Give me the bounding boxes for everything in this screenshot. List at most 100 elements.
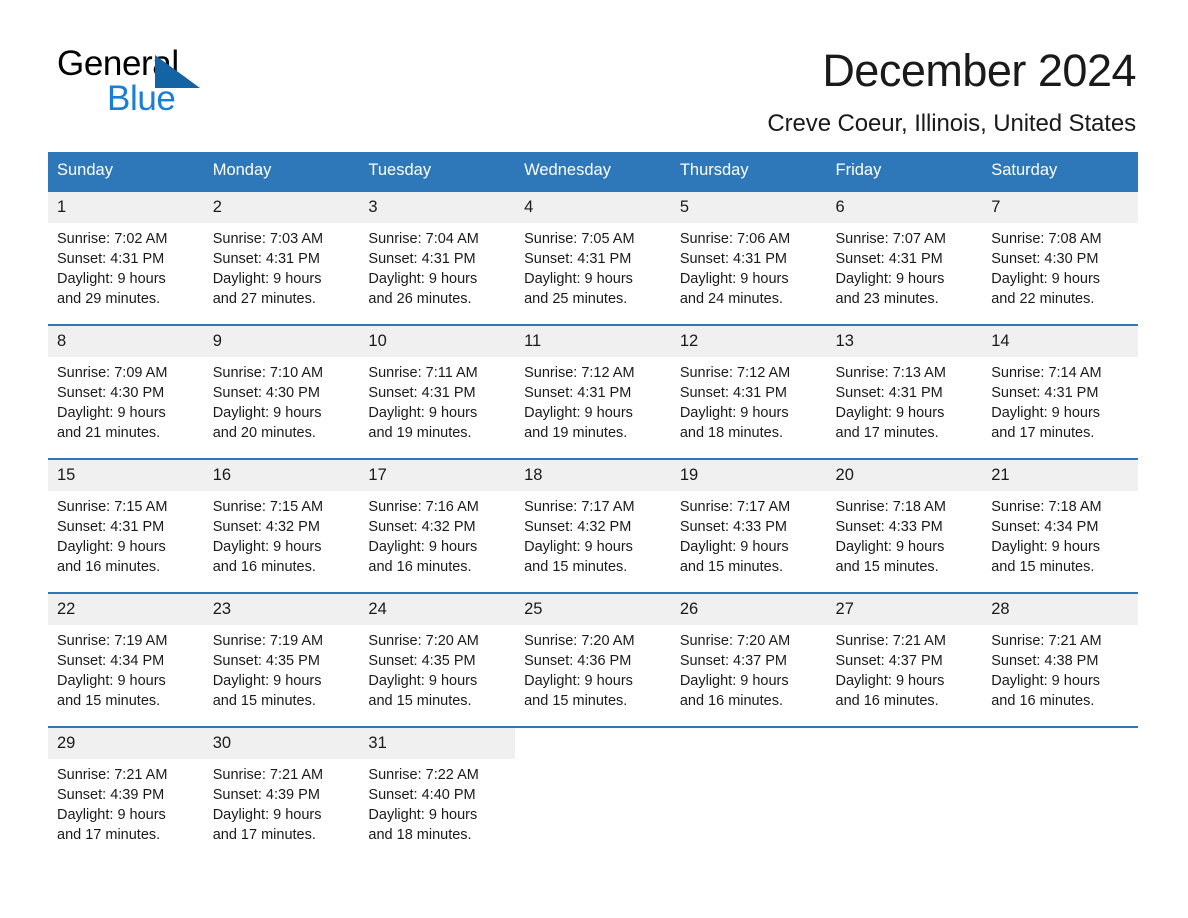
calendar-day-cell[interactable]: 6 Sunrise: 7:07 AM Sunset: 4:31 PM Daylight… bbox=[826, 189, 983, 325]
calendar-day-cell[interactable]: 29 Sunrise: 7:21 AM Sunset: 4:39 PM Dayligh… bbox=[48, 725, 204, 861]
sunrise-text: Sunrise: 7:18 AM bbox=[991, 498, 1102, 515]
sunrise-text: Sunrise: 7:06 AM bbox=[679, 230, 791, 247]
calendar-day-cell[interactable]: 11 Sunrise: 7:12 AM Sunset: 4:31 PM Dayligh… bbox=[515, 323, 671, 459]
calendar-day-cell[interactable]: 20 Sunrise: 7:18 AM Sunset: 4:33 PM Dayligh… bbox=[826, 457, 983, 593]
calendar-day-cell[interactable]: 23 Sunrise: 7:19 AM Sunset: 4:35 PM Dayligh… bbox=[203, 591, 360, 727]
calendar-day-cell[interactable]: 26 Sunrise: 7:20 AM Sunset: 4:37 PM Dayligh… bbox=[670, 591, 827, 727]
sunrise-text: Sunrise: 7:12 AM bbox=[524, 364, 635, 381]
daylight-text-line2: and 23 minutes. bbox=[835, 290, 939, 307]
calendar-day-cell[interactable]: 5 Sunrise: 7:06 AM Sunset: 4:31 PM Daylight… bbox=[670, 189, 827, 325]
day-number: 27 bbox=[826, 593, 983, 625]
calendar-day-cell[interactable]: 4 Sunrise: 7:05 AM Sunset: 4:31 PM Daylight… bbox=[515, 189, 671, 325]
calendar-day-cell[interactable]: 1 Sunrise: 7:02 AM Sunset: 4:31 PM Daylight… bbox=[48, 189, 204, 325]
sunset-text: Sunset: 4:33 PM bbox=[835, 518, 943, 535]
day-number: 30 bbox=[203, 727, 360, 759]
calendar-day-cell[interactable]: 25 Sunrise: 7:20 AM Sunset: 4:36 PM Dayligh… bbox=[515, 591, 671, 727]
day-details: Sunrise: 7:12 AM Sunset: 4:31 PM Daylight:… bbox=[671, 357, 827, 443]
calendar-day-cell[interactable]: 19 Sunrise: 7:17 AM Sunset: 4:33 PM Dayligh… bbox=[670, 457, 827, 593]
day-number: 8 bbox=[48, 325, 204, 357]
calendar-day-cell[interactable]: 3 Sunrise: 7:04 AM Sunset: 4:31 PM Daylight… bbox=[359, 189, 516, 325]
sunrise-text: Sunrise: 7:15 AM bbox=[212, 498, 324, 515]
calendar-day-cell[interactable]: 12 Sunrise: 7:12 AM Sunset: 4:31 PM Dayligh… bbox=[670, 323, 827, 459]
day-number: 31 bbox=[359, 727, 516, 759]
sunrise-text: Sunrise: 7:05 AM bbox=[524, 230, 635, 247]
daylight-text-line1: Daylight: 9 hours bbox=[679, 538, 789, 555]
page-title: December 2024 bbox=[822, 45, 1136, 96]
daylight-text-line1: Daylight: 9 hours bbox=[679, 404, 789, 421]
sunset-text: Sunset: 4:34 PM bbox=[57, 652, 165, 669]
day-number: 10 bbox=[359, 325, 516, 357]
day-details: Sunrise: 7:16 AM Sunset: 4:32 PM Daylight:… bbox=[359, 491, 515, 577]
daylight-text-line2: and 18 minutes. bbox=[368, 826, 472, 843]
calendar-day-cell[interactable]: 24 Sunrise: 7:20 AM Sunset: 4:35 PM Dayligh… bbox=[359, 591, 516, 727]
weekday-header-friday: Friday bbox=[826, 151, 983, 191]
day-number: 17 bbox=[359, 459, 516, 491]
calendar-day-cell[interactable]: 15 Sunrise: 7:15 AM Sunset: 4:31 PM Dayligh… bbox=[48, 457, 204, 593]
calendar-day-cell[interactable]: 22 Sunrise: 7:19 AM Sunset: 4:34 PM Dayligh… bbox=[48, 591, 204, 727]
calendar-day-cell[interactable]: 10 Sunrise: 7:11 AM Sunset: 4:31 PM Dayligh… bbox=[359, 323, 516, 459]
daylight-text-line2: and 15 minutes. bbox=[57, 692, 161, 709]
day-details: Sunrise: 7:22 AM Sunset: 4:40 PM Daylight:… bbox=[359, 759, 515, 845]
sunrise-text: Sunrise: 7:08 AM bbox=[991, 230, 1102, 247]
sunset-text: Sunset: 4:39 PM bbox=[57, 786, 165, 803]
daylight-text-line2: and 17 minutes. bbox=[835, 424, 939, 441]
calendar-day-cell[interactable]: 13 Sunrise: 7:13 AM Sunset: 4:31 PM Dayligh… bbox=[826, 323, 983, 459]
sunset-text: Sunset: 4:32 PM bbox=[368, 518, 476, 535]
day-details: Sunrise: 7:20 AM Sunset: 4:37 PM Daylight:… bbox=[671, 625, 827, 711]
daylight-text-line1: Daylight: 9 hours bbox=[57, 806, 166, 823]
day-number: 6 bbox=[826, 191, 983, 223]
daylight-text-line2: and 25 minutes. bbox=[524, 290, 628, 307]
daylight-text-line1: Daylight: 9 hours bbox=[57, 404, 166, 421]
daylight-text-line2: and 26 minutes. bbox=[368, 290, 472, 307]
day-details: Sunrise: 7:18 AM Sunset: 4:34 PM Daylight:… bbox=[982, 491, 1138, 577]
calendar-day-cell[interactable]: 14 Sunrise: 7:14 AM Sunset: 4:31 PM Dayligh… bbox=[982, 323, 1138, 459]
calendar-day-cell[interactable]: 17 Sunrise: 7:16 AM Sunset: 4:32 PM Dayligh… bbox=[359, 457, 516, 593]
calendar-day-cell[interactable]: 8 Sunrise: 7:09 AM Sunset: 4:30 PM Daylight… bbox=[48, 323, 204, 459]
sunset-text: Sunset: 4:33 PM bbox=[679, 518, 788, 535]
daylight-text-line1: Daylight: 9 hours bbox=[212, 404, 322, 421]
sunset-text: Sunset: 4:31 PM bbox=[991, 384, 1099, 401]
daylight-text-line2: and 20 minutes. bbox=[212, 424, 316, 441]
sunset-text: Sunset: 4:31 PM bbox=[679, 384, 788, 401]
daylight-text-line2: and 16 minutes. bbox=[991, 692, 1095, 709]
sunrise-text: Sunrise: 7:11 AM bbox=[368, 364, 478, 381]
calendar-day-cell[interactable]: 31 Sunrise: 7:22 AM Sunset: 4:40 PM Dayligh… bbox=[359, 725, 516, 861]
sunrise-text: Sunrise: 7:14 AM bbox=[991, 364, 1102, 381]
sunset-text: Sunset: 4:31 PM bbox=[368, 250, 476, 267]
sunrise-text: Sunrise: 7:20 AM bbox=[524, 632, 635, 649]
day-details: Sunrise: 7:20 AM Sunset: 4:35 PM Daylight:… bbox=[359, 625, 515, 711]
day-number: 16 bbox=[203, 459, 360, 491]
day-number bbox=[671, 728, 827, 741]
daylight-text-line2: and 15 minutes. bbox=[991, 558, 1095, 575]
weekday-header-thursday: Thursday bbox=[670, 151, 827, 191]
day-details: Sunrise: 7:20 AM Sunset: 4:36 PM Daylight:… bbox=[515, 625, 671, 711]
day-number: 11 bbox=[515, 325, 671, 357]
calendar-day-cell[interactable]: 7 Sunrise: 7:08 AM Sunset: 4:30 PM Daylight… bbox=[982, 189, 1138, 325]
sunset-text: Sunset: 4:35 PM bbox=[368, 652, 476, 669]
generalblue-logo[interactable]: General Blue bbox=[57, 44, 257, 124]
calendar-day-cell[interactable]: 27 Sunrise: 7:21 AM Sunset: 4:37 PM Dayligh… bbox=[826, 591, 983, 727]
sunset-text: Sunset: 4:30 PM bbox=[57, 384, 165, 401]
day-number: 14 bbox=[982, 325, 1138, 357]
daylight-text-line2: and 16 minutes. bbox=[835, 692, 939, 709]
sunset-text: Sunset: 4:31 PM bbox=[835, 250, 943, 267]
calendar-day-cell[interactable]: 21 Sunrise: 7:18 AM Sunset: 4:34 PM Dayligh… bbox=[982, 457, 1138, 593]
day-details: Sunrise: 7:19 AM Sunset: 4:35 PM Daylight:… bbox=[204, 625, 360, 711]
day-details: Sunrise: 7:18 AM Sunset: 4:33 PM Daylight:… bbox=[827, 491, 983, 577]
day-number: 9 bbox=[203, 325, 360, 357]
calendar-day-cell[interactable]: 28 Sunrise: 7:21 AM Sunset: 4:38 PM Dayligh… bbox=[982, 591, 1138, 727]
daylight-text-line1: Daylight: 9 hours bbox=[991, 672, 1101, 689]
day-details: Sunrise: 7:21 AM Sunset: 4:39 PM Daylight:… bbox=[48, 759, 204, 845]
sunset-text: Sunset: 4:30 PM bbox=[212, 384, 320, 401]
calendar-day-cell[interactable]: 9 Sunrise: 7:10 AM Sunset: 4:30 PM Daylight… bbox=[203, 323, 360, 459]
day-number bbox=[827, 728, 983, 741]
calendar-day-cell[interactable]: 2 Sunrise: 7:03 AM Sunset: 4:31 PM Daylight… bbox=[203, 189, 360, 325]
calendar-day-cell[interactable]: 18 Sunrise: 7:17 AM Sunset: 4:32 PM Dayligh… bbox=[515, 457, 671, 593]
day-details: Sunrise: 7:17 AM Sunset: 4:33 PM Daylight:… bbox=[671, 491, 827, 577]
calendar-day-cell[interactable]: 16 Sunrise: 7:15 AM Sunset: 4:32 PM Dayligh… bbox=[203, 457, 360, 593]
calendar-day-cell[interactable]: 30 Sunrise: 7:21 AM Sunset: 4:39 PM Dayligh… bbox=[203, 725, 360, 861]
sunrise-text: Sunrise: 7:20 AM bbox=[368, 632, 479, 649]
day-details: Sunrise: 7:05 AM Sunset: 4:31 PM Daylight:… bbox=[515, 223, 671, 309]
sunset-text: Sunset: 4:31 PM bbox=[57, 518, 165, 535]
sunrise-text: Sunrise: 7:13 AM bbox=[835, 364, 946, 381]
